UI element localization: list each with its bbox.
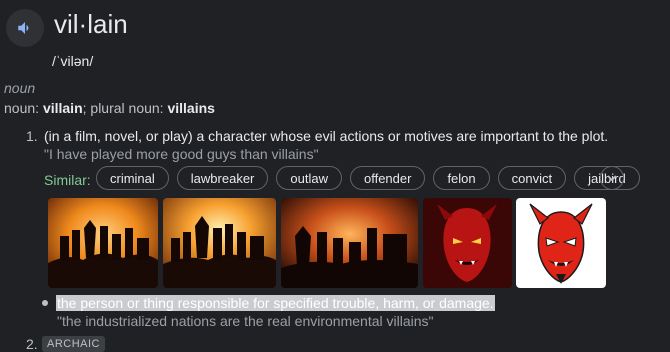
archaic-tag: ARCHAIC: [42, 336, 106, 352]
red-devil-face-icon: [516, 198, 606, 288]
part-of-speech: noun: [4, 80, 36, 96]
phonetic-spelling: /ˈvilən/: [52, 53, 94, 69]
noun-label: noun:: [4, 100, 40, 116]
villain-silhouettes-sunset-icon: [281, 198, 418, 288]
sense-1-definition: (in a film, novel, or play) a character …: [44, 128, 609, 144]
similar-chip-lawbreaker[interactable]: lawbreaker: [176, 166, 269, 190]
villain-image-2[interactable]: [163, 198, 276, 288]
expand-similar-button[interactable]: [600, 166, 624, 190]
chevron-down-icon: [607, 175, 617, 182]
sense-1-example: "I have played more good guys than villa…: [44, 146, 319, 162]
sense-number-1: 1.: [26, 128, 38, 144]
similar-chip-outlaw[interactable]: outlaw: [276, 166, 342, 190]
villain-image-4[interactable]: [423, 198, 512, 288]
similar-chip-offender[interactable]: offender: [349, 166, 426, 190]
similar-chip-felon[interactable]: felon: [433, 166, 490, 190]
similar-chip-criminal[interactable]: criminal: [96, 166, 169, 190]
noun-value: villain: [42, 100, 83, 116]
plural-label: plural noun:: [90, 100, 164, 116]
red-devil-face-icon: [423, 198, 512, 288]
villain-silhouettes-sunset-icon: [48, 198, 158, 288]
speaker-icon: [18, 22, 29, 34]
pronunciation-speaker-button[interactable]: [6, 9, 44, 47]
villain-image-5[interactable]: [516, 198, 606, 288]
sense-number-2: 2.: [26, 336, 38, 352]
villain-silhouettes-sunset-icon: [163, 198, 276, 288]
plural-value: villains: [167, 100, 215, 116]
villain-image-1[interactable]: [48, 198, 158, 288]
sub-sense-example: "the industrialized nations are the real…: [57, 313, 434, 329]
sub-sense-definition: the person or thing responsible for spec…: [56, 295, 495, 311]
villain-image-3[interactable]: [281, 198, 418, 288]
similar-chip-convict[interactable]: convict: [497, 166, 567, 190]
sub-sense-bullet: [42, 300, 48, 306]
similar-words-list: criminal lawbreaker outlaw offender felo…: [96, 166, 640, 190]
noun-forms: noun: villain; plural noun: villains: [4, 100, 215, 116]
headword: vil·lain: [54, 9, 128, 39]
similar-label: Similar:: [44, 172, 91, 188]
